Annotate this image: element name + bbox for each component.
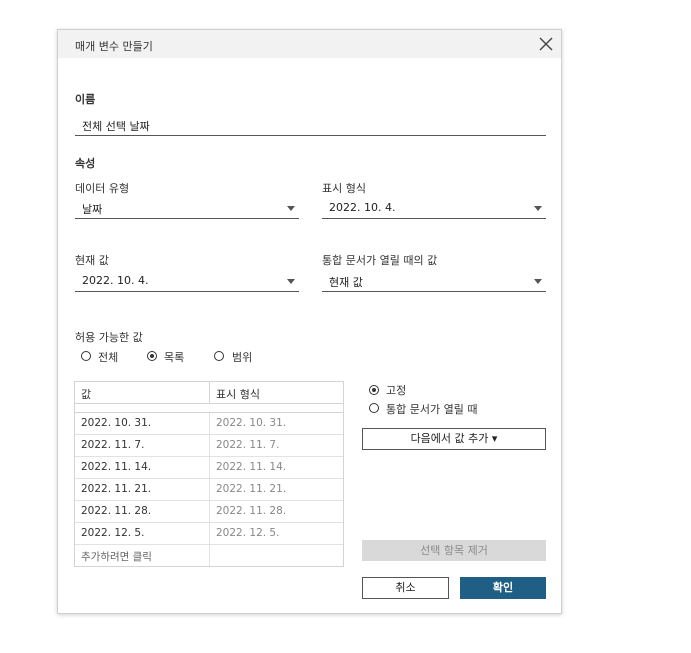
data-type-dropdown[interactable]: 날짜 bbox=[75, 199, 299, 219]
allowed-values-label: 허용 가능한 값 bbox=[75, 331, 143, 344]
column-header-value[interactable]: 값 bbox=[81, 386, 91, 402]
name-section-label: 이름 bbox=[75, 93, 96, 106]
table-row[interactable]: 2022. 12. 5. 2022. 12. 5. bbox=[75, 523, 343, 545]
cell-display[interactable]: 2022. 11. 28. bbox=[216, 505, 286, 517]
data-type-value: 날짜 bbox=[82, 203, 103, 216]
create-parameter-dialog: 매개 변수 만들기 이름 전체 선택 날짜 속성 데이터 유형 날짜 표시 형식… bbox=[57, 29, 562, 614]
ok-button[interactable]: 확인 bbox=[460, 577, 546, 599]
chevron-down-icon bbox=[287, 279, 295, 284]
cell-display[interactable]: 2022. 11. 21. bbox=[216, 483, 286, 495]
data-type-label: 데이터 유형 bbox=[75, 182, 130, 195]
radio-all[interactable] bbox=[81, 351, 91, 361]
chevron-down-icon bbox=[534, 279, 542, 284]
cell-display[interactable]: 2022. 11. 14. bbox=[216, 461, 286, 473]
dialog-title: 매개 변수 만들기 bbox=[75, 40, 153, 53]
radio-fixed-label: 고정 bbox=[386, 384, 407, 397]
radio-fixed[interactable] bbox=[369, 385, 379, 395]
cell-value[interactable]: 2022. 11. 28. bbox=[81, 505, 151, 517]
workbook-open-dropdown[interactable]: 현재 값 bbox=[322, 272, 546, 292]
cancel-button[interactable]: 취소 bbox=[362, 577, 449, 599]
table-row[interactable]: 2022. 11. 7. 2022. 11. 7. bbox=[75, 435, 343, 457]
workbook-open-label: 통합 문서가 열릴 때의 값 bbox=[322, 254, 438, 267]
display-format-value: 2022. 10. 4. bbox=[329, 201, 396, 214]
radio-range[interactable] bbox=[214, 351, 224, 361]
add-row-placeholder[interactable]: 추가하려면 클릭 bbox=[81, 549, 152, 564]
cell-value[interactable]: 2022. 12. 5. bbox=[81, 527, 144, 539]
radio-list[interactable] bbox=[147, 351, 157, 361]
cell-display[interactable]: 2022. 12. 5. bbox=[216, 527, 279, 539]
table-row[interactable]: 2022. 11. 21. 2022. 11. 21. bbox=[75, 479, 343, 501]
properties-section-label: 속성 bbox=[75, 157, 96, 170]
column-header-display[interactable]: 표시 형식 bbox=[216, 386, 260, 402]
radio-range-label: 범위 bbox=[232, 351, 253, 364]
cell-value[interactable]: 2022. 11. 21. bbox=[81, 483, 151, 495]
workbook-open-value: 현재 값 bbox=[329, 276, 363, 289]
cell-display[interactable]: 2022. 10. 31. bbox=[216, 417, 286, 429]
table-row[interactable]: 2022. 11. 14. 2022. 11. 14. bbox=[75, 457, 343, 479]
add-row[interactable]: 추가하려면 클릭 bbox=[75, 545, 343, 566]
dialog-titlebar: 매개 변수 만들기 bbox=[58, 30, 561, 58]
chevron-down-icon bbox=[534, 206, 542, 211]
remove-selected-button[interactable]: 선택 항목 제거 bbox=[362, 540, 546, 561]
current-value-dropdown[interactable]: 2022. 10. 4. bbox=[75, 272, 299, 292]
cell-value[interactable]: 2022. 11. 7. bbox=[81, 439, 144, 451]
cell-display[interactable]: 2022. 11. 7. bbox=[216, 439, 279, 451]
table-header: 값 표시 형식 bbox=[75, 382, 343, 404]
table-row[interactable]: 2022. 10. 31. 2022. 10. 31. bbox=[75, 413, 343, 435]
display-format-dropdown[interactable]: 2022. 10. 4. bbox=[322, 199, 546, 219]
name-input-value: 전체 선택 날짜 bbox=[82, 120, 150, 133]
cell-value[interactable]: 2022. 10. 31. bbox=[81, 417, 151, 429]
add-values-from-button[interactable]: 다음에서 값 추가 ▾ bbox=[362, 428, 546, 450]
radio-on-open[interactable] bbox=[369, 403, 379, 413]
radio-all-label: 전체 bbox=[98, 351, 119, 364]
display-format-label: 표시 형식 bbox=[322, 182, 366, 195]
name-input[interactable]: 전체 선택 날짜 bbox=[75, 116, 546, 136]
values-table: 값 표시 형식 2022. 10. 31. 2022. 10. 31. 2022… bbox=[74, 381, 344, 567]
current-value-value: 2022. 10. 4. bbox=[82, 274, 149, 287]
cell-value[interactable]: 2022. 11. 14. bbox=[81, 461, 151, 473]
radio-list-label: 목록 bbox=[164, 351, 185, 364]
close-icon[interactable] bbox=[537, 35, 555, 53]
table-row[interactable]: 2022. 11. 28. 2022. 11. 28. bbox=[75, 501, 343, 523]
current-value-label: 현재 값 bbox=[75, 254, 109, 267]
chevron-down-icon bbox=[287, 206, 295, 211]
radio-on-open-label: 통합 문서가 열릴 때 bbox=[386, 403, 478, 416]
